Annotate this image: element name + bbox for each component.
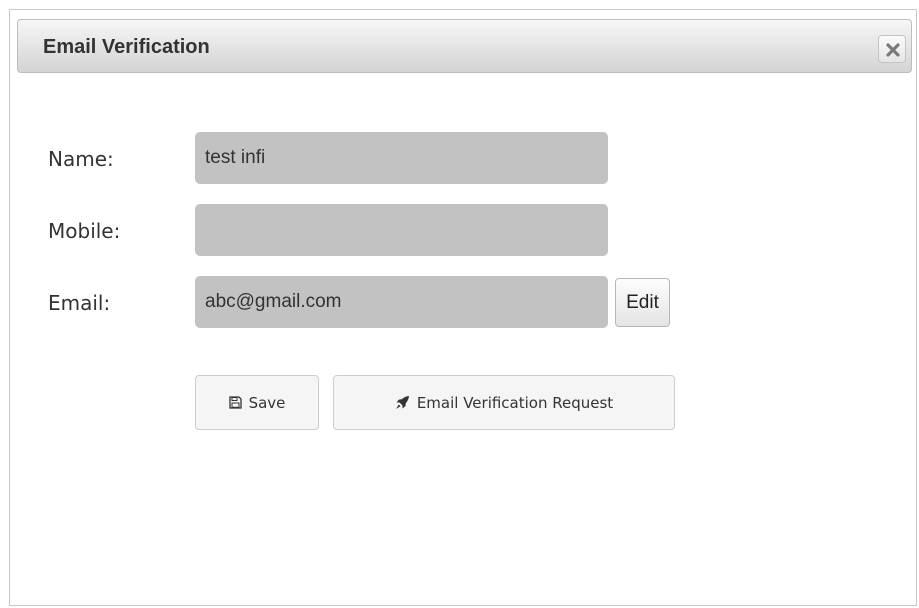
close-icon xyxy=(886,43,900,57)
close-button[interactable] xyxy=(878,35,906,63)
dialog-title: Email Verification xyxy=(43,36,210,58)
save-button-label: Save xyxy=(248,393,286,412)
email-field[interactable] xyxy=(195,276,608,328)
mobile-field[interactable] xyxy=(195,204,608,256)
email-verification-request-label: Email Verification Request xyxy=(416,393,614,412)
rocket-icon xyxy=(395,396,409,409)
dialog-titlebar: Email Verification xyxy=(17,19,912,73)
edit-email-button[interactable]: Edit xyxy=(615,278,670,327)
floppy-disk-icon xyxy=(228,396,242,409)
mobile-label: Mobile: xyxy=(48,219,121,243)
name-field[interactable] xyxy=(195,132,608,184)
save-button[interactable]: Save xyxy=(195,375,319,430)
email-verification-request-button[interactable]: Email Verification Request xyxy=(333,375,675,430)
name-label: Name: xyxy=(48,147,114,171)
email-verification-dialog: Email Verification Name: Mobile: Email: … xyxy=(9,9,917,606)
email-label: Email: xyxy=(48,291,111,315)
